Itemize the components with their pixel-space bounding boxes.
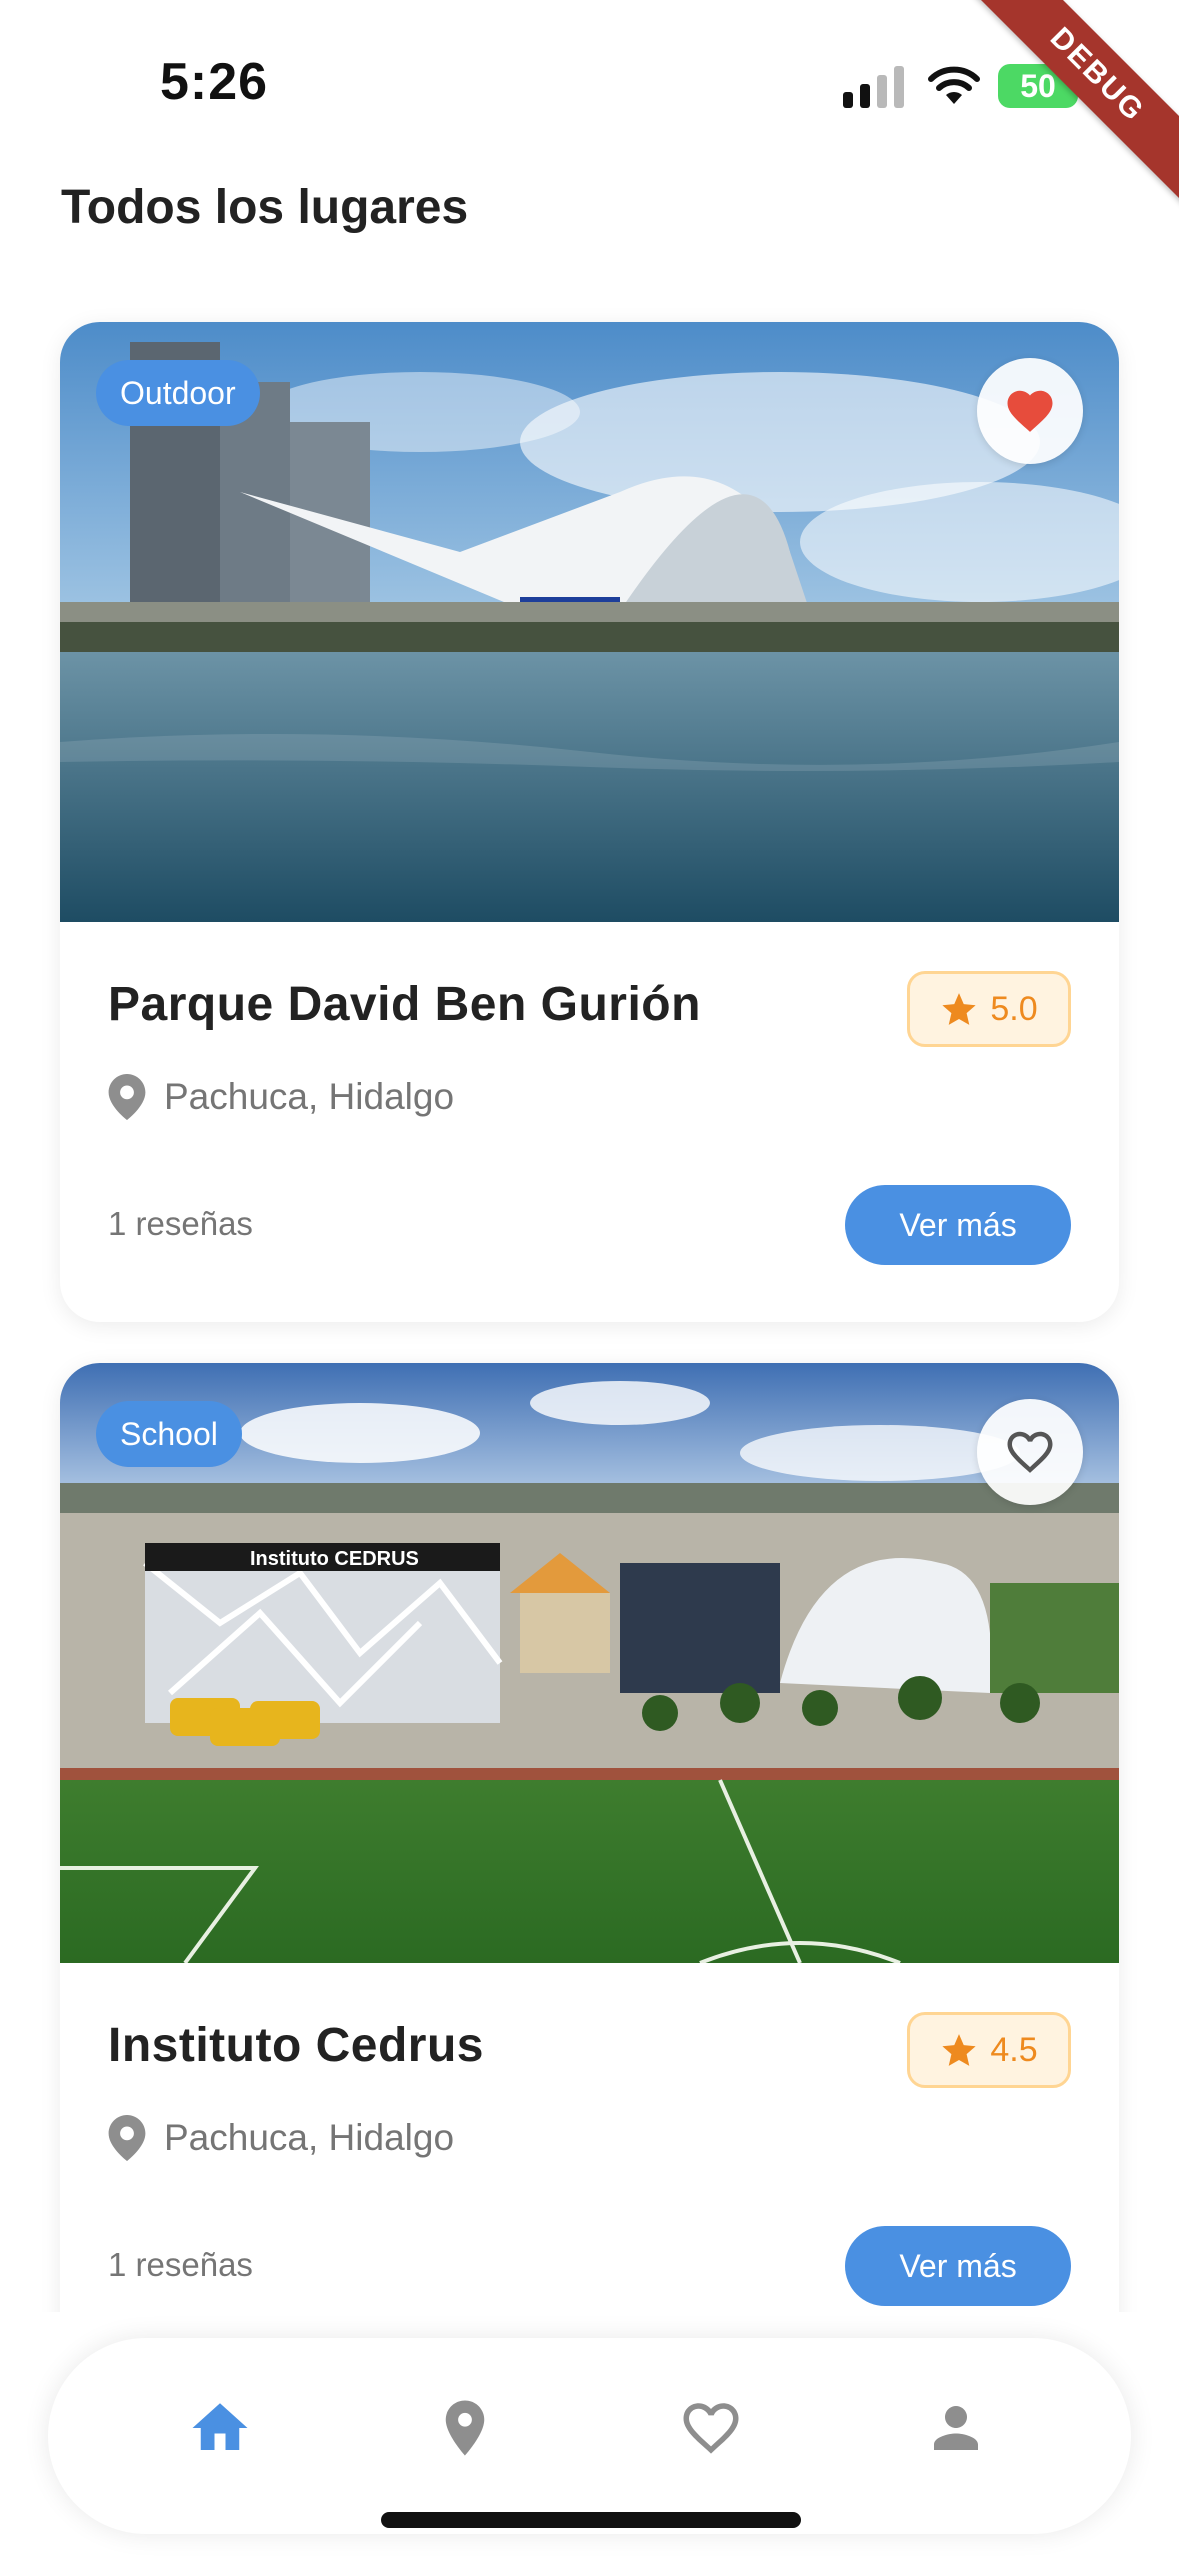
see-more-button[interactable]: Ver más: [845, 1185, 1071, 1265]
category-chip: Outdoor: [96, 360, 260, 426]
nav-item-favorites[interactable]: [651, 2378, 771, 2478]
heart-outline-icon: [683, 2403, 739, 2454]
favorite-button[interactable]: [977, 1399, 1083, 1505]
location-text: Pachuca, Hidalgo: [164, 2117, 455, 2158]
reviews-count: 1 reseñas: [108, 1205, 253, 1242]
place-name: Instituto Cedrus: [108, 2019, 484, 2072]
favorite-button[interactable]: [977, 358, 1083, 464]
home-icon: [192, 2403, 248, 2450]
nav-item-home[interactable]: [160, 2378, 280, 2478]
places-list[interactable]: Outdoor Parque David Ben Gurión 5.0 Pach…: [0, 300, 1179, 2312]
place-card[interactable]: Outdoor Parque David Ben Gurión 5.0 Pach…: [60, 322, 1119, 1322]
category-chip: School: [96, 1401, 242, 1467]
location-pin-icon: [445, 2400, 485, 2456]
location-pin-icon: [108, 1074, 146, 1120]
nav-item-map[interactable]: [405, 2378, 525, 2478]
status-time: 5:26: [160, 53, 269, 111]
rating-value: 4.5: [990, 2030, 1038, 2069]
battery-level: 50: [1020, 67, 1056, 104]
person-icon: [934, 2406, 978, 2450]
home-indicator: [381, 2512, 801, 2528]
location-text: Pachuca, Hidalgo: [164, 1076, 455, 1117]
location-pin-icon: [108, 2115, 146, 2161]
heart-outline-icon: [1007, 1431, 1053, 1473]
see-more-button[interactable]: Ver más: [845, 2226, 1071, 2306]
status-bar: 5:26 50: [0, 0, 1179, 160]
rating-value: 5.0: [990, 989, 1038, 1028]
bottom-navigation-bar: [48, 2338, 1131, 2534]
star-icon: [942, 2034, 976, 2066]
image-sign-text: Instituto CEDRUS: [250, 1548, 419, 1570]
rating-badge: 4.5: [907, 2012, 1071, 2088]
location-row: Pachuca, Hidalgo: [108, 1074, 454, 1120]
page-title: Todos los lugares: [61, 181, 469, 234]
heart-filled-icon: [1007, 390, 1053, 432]
star-icon: [942, 993, 976, 1025]
cellular-signal-icon: [843, 66, 904, 108]
rating-badge: 5.0: [907, 971, 1071, 1047]
wifi-icon: [928, 66, 980, 104]
nav-item-profile[interactable]: [896, 2378, 1016, 2478]
location-row: Pachuca, Hidalgo: [108, 2115, 454, 2161]
place-card[interactable]: Instituto CEDRUS School Instituto Cedrus…: [60, 1363, 1119, 2312]
reviews-count: 1 reseñas: [108, 2246, 253, 2283]
place-name: Parque David Ben Gurión: [108, 978, 701, 1031]
